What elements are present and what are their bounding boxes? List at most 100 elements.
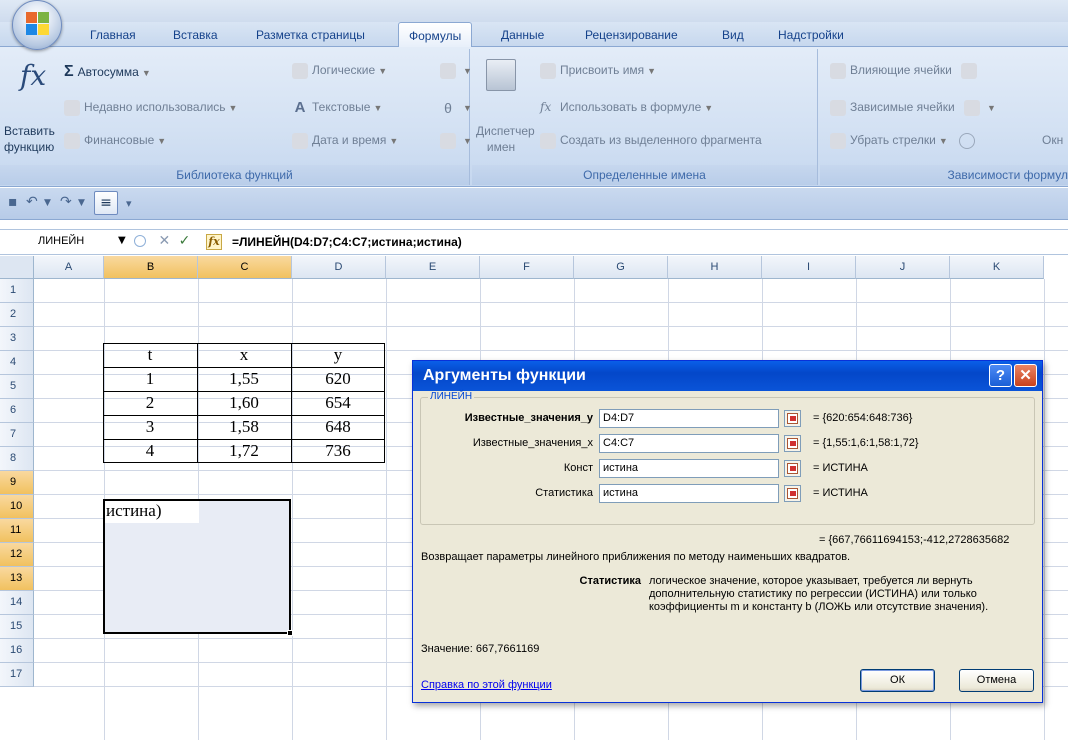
redo-icon[interactable]: ↷ (60, 194, 72, 214)
row-header-11[interactable]: 11 (0, 519, 34, 543)
lookup-button[interactable]: ▼ (440, 63, 472, 79)
arg-label-stats: Статистика (535, 487, 593, 499)
insert-function-label-2: функцию (4, 140, 55, 154)
office-button[interactable] (12, 0, 62, 50)
logical-button[interactable]: Логические ▼ (292, 63, 387, 79)
tab-data[interactable]: Данные (501, 28, 544, 42)
trace-dependents-button[interactable]: Зависимые ячейки ▼ (830, 100, 996, 116)
column-header-e[interactable]: E (386, 256, 480, 279)
arg-input-stats[interactable]: истина (599, 484, 779, 503)
cancel-button[interactable]: Отмена (959, 669, 1034, 692)
enter-formula-icon[interactable]: ✓ (179, 233, 191, 249)
recently-used-button[interactable]: Недавно использовались ▼ (64, 100, 237, 116)
tab-page-layout[interactable]: Разметка страницы (256, 28, 365, 42)
column-header-a[interactable]: A (34, 256, 104, 279)
row-header-15[interactable]: 15 (0, 615, 34, 639)
remove-arrows-label: Убрать стрелки (850, 133, 936, 148)
collapse-dialog-icon[interactable] (784, 435, 801, 452)
row-header-2[interactable]: 2 (0, 303, 34, 327)
formula-bar-buttons: ✕ ✓ (134, 233, 190, 249)
undo-icon[interactable]: ↶ (26, 194, 38, 214)
name-box[interactable]: ЛИНЕЙН (0, 232, 120, 253)
create-from-selection-button[interactable]: Создать из выделенного фрагмента (540, 133, 762, 149)
arg-input-const[interactable]: истина (599, 459, 779, 478)
trace-precedents-button[interactable]: Влияющие ячейки (830, 63, 981, 79)
row-header-17[interactable]: 17 (0, 663, 34, 687)
fill-handle[interactable] (287, 630, 293, 636)
help-button[interactable]: ? (989, 364, 1012, 387)
datetime-label: Дата и время (312, 133, 387, 148)
function-description: Возвращает параметры линейного приближен… (421, 551, 851, 563)
table-vborder (197, 343, 198, 463)
row-header-16[interactable]: 16 (0, 639, 34, 663)
tab-review[interactable]: Рецензирование (585, 28, 678, 42)
row-header-9[interactable]: 9 (0, 471, 34, 495)
row-header-6[interactable]: 6 (0, 399, 34, 423)
align-center-icon[interactable]: ≡ (94, 191, 118, 215)
table-hborder (103, 391, 385, 392)
defined-names-group: Диспетчер имен Присвоить имя ▼ fx Использо… (472, 49, 818, 185)
arg-input-known-y[interactable]: D4:D7 (599, 409, 779, 428)
table-hborder (103, 439, 385, 440)
tab-addins[interactable]: Надстройки (778, 28, 844, 42)
row-header-14[interactable]: 14 (0, 591, 34, 615)
row-header-5[interactable]: 5 (0, 375, 34, 399)
assign-name-button[interactable]: Присвоить имя ▼ (540, 63, 656, 79)
column-header-g[interactable]: G (574, 256, 668, 279)
insert-function-icon[interactable]: fx (206, 234, 222, 250)
remove-arrows-button[interactable]: Убрать стрелки ▼ (830, 133, 979, 149)
collapse-dialog-icon[interactable] (784, 485, 801, 502)
cancel-formula-icon[interactable]: ✕ (158, 233, 170, 249)
row-header-4[interactable]: 4 (0, 351, 34, 375)
cell-b9[interactable]: истина) (106, 501, 161, 521)
customize-qat-icon[interactable]: ▾ (126, 197, 132, 217)
use-in-formula-button[interactable]: fx Использовать в формуле ▼ (540, 100, 713, 116)
help-link[interactable]: Справка по этой функции (421, 679, 552, 691)
row-header-10[interactable]: 10 (0, 495, 34, 519)
column-header-d[interactable]: D (292, 256, 386, 279)
grid-vline (386, 279, 387, 740)
undo-dropdown-icon[interactable]: ▼ (44, 198, 51, 218)
collapse-dialog-icon[interactable] (784, 410, 801, 427)
name-manager-button[interactable]: Диспетчер имен (476, 53, 535, 161)
row-header-3[interactable]: 3 (0, 327, 34, 351)
circle-icon (134, 235, 146, 247)
column-header-b[interactable]: B (104, 256, 198, 279)
row-header-12[interactable]: 12 (0, 543, 34, 567)
text-button[interactable]: A Текстовые ▼ (292, 100, 383, 116)
column-header-k[interactable]: K (950, 256, 1044, 279)
formula-result-preview: = {667,76611694153;-412,2728635682 (819, 534, 1010, 546)
row-header-13[interactable]: 13 (0, 567, 34, 591)
datetime-button[interactable]: Дата и время ▼ (292, 133, 398, 149)
select-all-corner[interactable] (0, 256, 34, 279)
function-library-label: Библиотека функций (0, 165, 469, 185)
tab-home[interactable]: Главная (90, 28, 136, 42)
ok-button[interactable]: ОК (860, 669, 935, 692)
insert-function-button[interactable]: fx Вставить функцию (4, 53, 55, 161)
column-header-j[interactable]: J (856, 256, 950, 279)
autosum-button[interactable]: Σ Автосумма ▼ (64, 63, 151, 81)
redo-dropdown-icon[interactable]: ▼ (78, 198, 85, 218)
row-header-7[interactable]: 7 (0, 423, 34, 447)
column-header-f[interactable]: F (480, 256, 574, 279)
collapse-dialog-icon[interactable] (784, 460, 801, 477)
arg-input-known-x[interactable]: C4:C7 (599, 434, 779, 453)
tab-formulas[interactable]: Формулы (398, 22, 473, 48)
tab-insert[interactable]: Вставка (173, 28, 218, 42)
column-header-h[interactable]: H (668, 256, 762, 279)
column-header-c[interactable]: C (198, 256, 292, 279)
row-header-1[interactable]: 1 (0, 279, 34, 303)
tab-view[interactable]: Вид (722, 28, 744, 42)
window-cut-label[interactable]: Окн (1042, 133, 1063, 147)
math-button[interactable]: θ ▼ (440, 100, 472, 116)
close-button[interactable]: ✕ (1014, 364, 1037, 387)
formula-input[interactable]: =ЛИНЕЙН(D4:D7;C4:C7;истина;истина) (232, 235, 462, 249)
more-functions-button[interactable]: ▼ (440, 133, 472, 149)
save-icon[interactable]: ▪ (8, 194, 18, 214)
fx-small-icon: fx (540, 100, 552, 114)
row-header-8[interactable]: 8 (0, 447, 34, 471)
name-box-dropdown-icon[interactable]: ▼ (118, 235, 126, 246)
financial-button[interactable]: Финансовые ▼ (64, 133, 166, 149)
column-header-i[interactable]: I (762, 256, 856, 279)
calendar-icon (292, 133, 308, 149)
